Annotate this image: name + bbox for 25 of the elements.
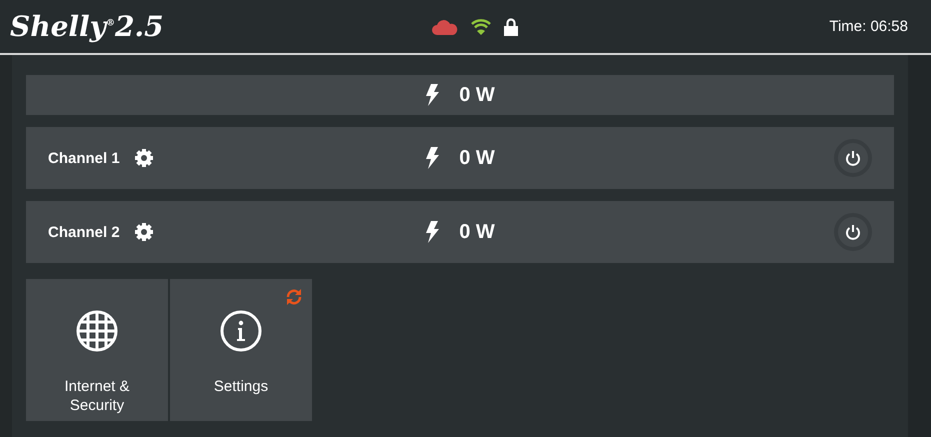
- channel-name: Channel 1: [48, 150, 120, 166]
- lightning-icon: [425, 221, 440, 243]
- cloud-icon: [432, 18, 458, 34]
- globe-icon: [75, 309, 119, 353]
- power-reading: 0 W: [459, 220, 495, 244]
- power-reading: 0 W: [459, 146, 495, 170]
- tile-label: Internet & Security: [63, 377, 131, 415]
- logo: Shelly$^{®}$2.5: [10, 10, 165, 43]
- lightning-icon: [425, 84, 440, 106]
- power-button[interactable]: [834, 213, 872, 251]
- power-button[interactable]: [834, 139, 872, 177]
- menu-tile[interactable]: Internet & Security: [26, 279, 168, 421]
- tile-label: Settings: [212, 377, 270, 396]
- power-reading: 0 W: [459, 84, 495, 106]
- power-icon: [845, 150, 861, 166]
- time-label: Time: 06:58: [829, 18, 908, 35]
- info-icon: [219, 309, 263, 353]
- lock-icon: [504, 18, 518, 36]
- settings-icon[interactable]: [134, 222, 154, 242]
- settings-icon[interactable]: [134, 148, 154, 168]
- channel-name: Channel 2: [48, 224, 120, 240]
- power-icon: [845, 224, 861, 240]
- wifi-icon: [470, 18, 492, 35]
- menu-tile[interactable]: Settings: [170, 279, 312, 421]
- lightning-icon: [425, 147, 440, 169]
